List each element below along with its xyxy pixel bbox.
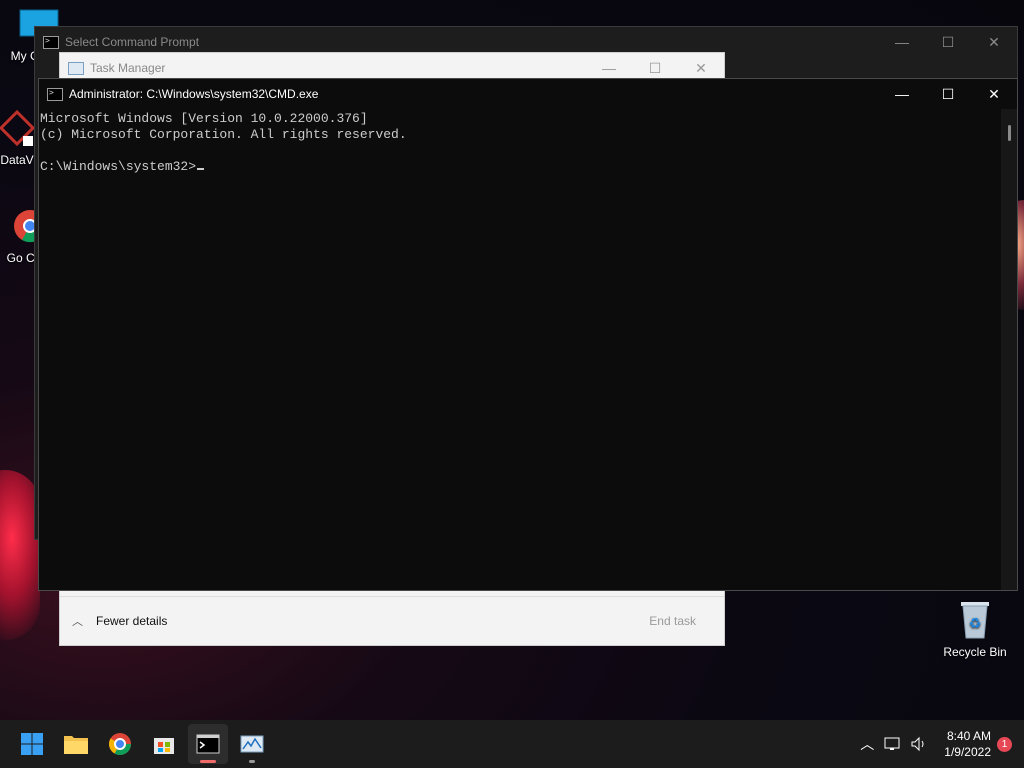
maximize-icon: ☐ (941, 85, 955, 102)
console-output[interactable]: Microsoft Windows [Version 10.0.22000.37… (39, 109, 1001, 590)
minimize-icon: — (895, 34, 909, 50)
console-line: (c) Microsoft Corporation. All rights re… (40, 127, 407, 142)
cmd-icon (47, 87, 63, 101)
active-indicator (200, 760, 216, 763)
console-prompt: C:\Windows\system32> (40, 159, 197, 174)
chrome-icon (109, 733, 131, 755)
console-line: Microsoft Windows [Version 10.0.22000.37… (40, 111, 368, 126)
window-title: Select Command Prompt (65, 35, 200, 49)
network-icon (884, 737, 900, 750)
volume-icon (911, 736, 924, 752)
datav-icon (0, 109, 36, 147)
maximize-button[interactable]: ☐ (925, 27, 971, 57)
volume-button[interactable] (906, 736, 932, 752)
text-cursor (197, 168, 205, 170)
close-icon: ✕ (988, 85, 1000, 102)
network-button[interactable] (880, 736, 906, 752)
maximize-icon: ☐ (941, 33, 955, 50)
system-tray: ︿ 8:40 AM 1/9/2022 1 (854, 720, 1024, 768)
task-manager-icon (68, 61, 84, 75)
cmd-icon (196, 734, 220, 754)
fewer-details-button[interactable]: ︿ Fewer details (72, 613, 167, 629)
window-titlebar[interactable]: Administrator: C:\Windows\system32\CMD.e… (39, 79, 1017, 109)
chevron-up-icon: ︿ (860, 736, 875, 752)
desktop-icon-recycle-bin[interactable]: ♻ Recycle Bin (940, 596, 1010, 659)
taskbar-cmd[interactable] (188, 724, 228, 764)
clock-time: 8:40 AM (946, 729, 991, 743)
window-title: Task Manager (90, 61, 166, 75)
scrollbar-thumb[interactable] (1008, 125, 1011, 141)
cmd-window[interactable]: Administrator: C:\Windows\system32\CMD.e… (38, 78, 1018, 591)
task-manager-icon (240, 735, 264, 753)
console-prompt-line: C:\Windows\system32> (40, 159, 1001, 175)
window-title: Administrator: C:\Windows\system32\CMD.e… (69, 87, 319, 101)
minimize-button[interactable]: — (879, 79, 925, 109)
windows-start-icon (21, 733, 43, 755)
taskbar-task-manager[interactable] (232, 724, 272, 764)
minimize-icon: — (602, 60, 616, 76)
taskbar: ︿ 8:40 AM 1/9/2022 1 (0, 720, 1024, 768)
clock[interactable]: 8:40 AM 1/9/2022 (944, 728, 991, 760)
task-manager-footer: ︿ Fewer details End task (60, 596, 724, 645)
folder-icon (64, 736, 88, 754)
cmd-icon (43, 35, 59, 49)
close-icon: ✕ (695, 59, 707, 76)
taskbar-file-explorer[interactable] (56, 724, 96, 764)
chevron-up-icon: ︿ (72, 616, 83, 628)
minimize-icon: — (895, 86, 909, 102)
end-task-button[interactable]: End task (649, 614, 696, 628)
scrollbar[interactable] (1001, 109, 1017, 590)
taskbar-chrome[interactable] (100, 724, 140, 764)
maximize-button[interactable]: ☐ (925, 79, 971, 109)
recycle-bin-icon: ♻ (961, 602, 989, 639)
taskbar-start-button[interactable] (12, 724, 52, 764)
taskbar-store[interactable] (144, 724, 184, 764)
close-button[interactable]: ✕ (971, 79, 1017, 109)
minimize-button[interactable]: — (879, 27, 925, 57)
close-icon: ✕ (988, 33, 1000, 50)
fewer-details-label: Fewer details (96, 614, 168, 628)
maximize-icon: ☐ (648, 59, 662, 76)
svg-text:♻: ♻ (969, 616, 982, 632)
running-indicator (249, 760, 255, 763)
notification-badge[interactable]: 1 (997, 736, 1012, 752)
desktop-icon-label: Recycle Bin (943, 645, 1007, 659)
close-button[interactable]: ✕ (971, 27, 1017, 57)
clock-date: 1/9/2022 (944, 745, 991, 759)
store-icon (154, 738, 174, 754)
show-hidden-icons-button[interactable]: ︿ (854, 734, 880, 754)
